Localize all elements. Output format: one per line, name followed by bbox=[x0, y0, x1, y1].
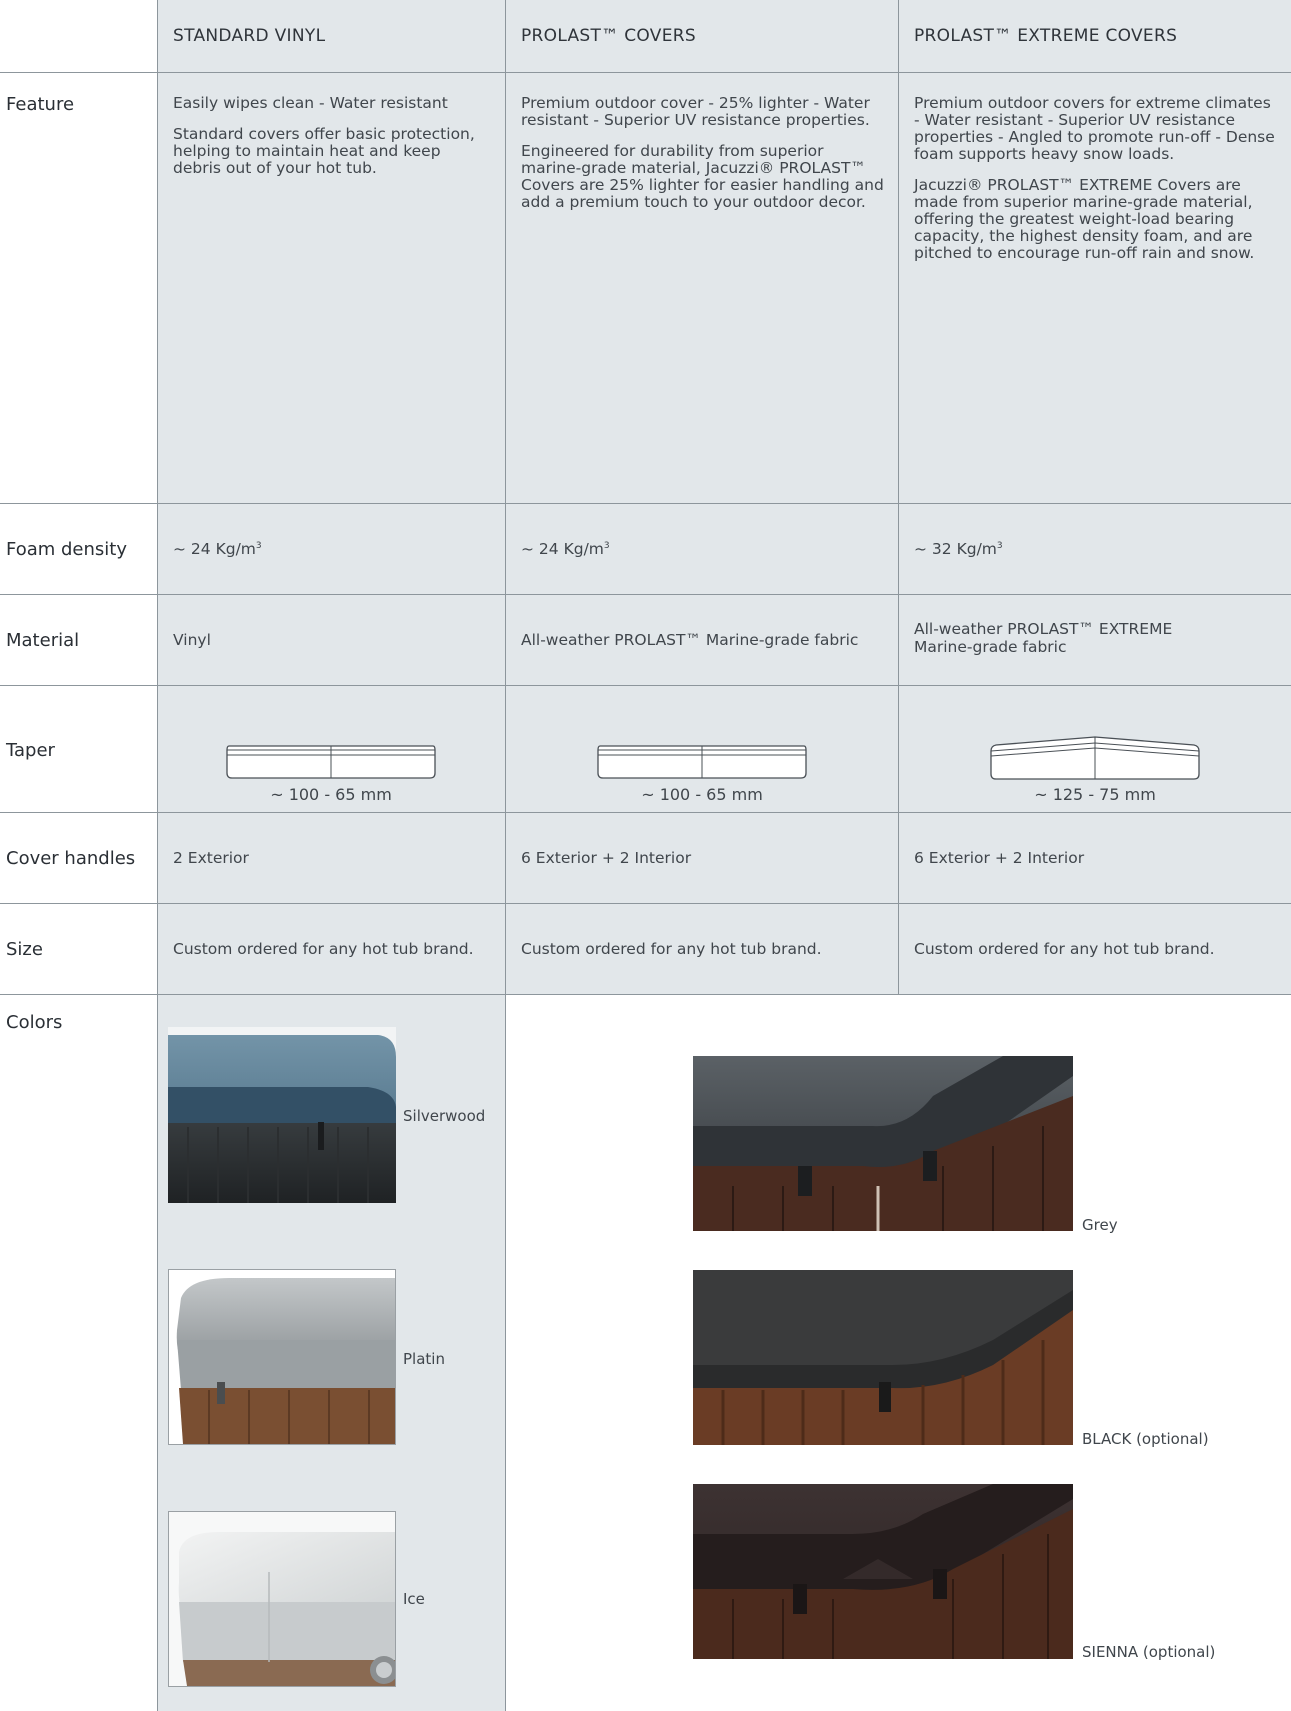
swatch-label-sienna: SIENNA (optional) bbox=[1082, 1643, 1216, 1661]
row-divider-taper bbox=[0, 812, 1291, 813]
unit-superscript: 3 bbox=[255, 540, 262, 551]
swatch-label-grey: Grey bbox=[1082, 1216, 1118, 1234]
row-label-colors: Colors bbox=[6, 1012, 63, 1033]
row-label-material: Material bbox=[6, 630, 80, 651]
feature-prolast-summary: Premium outdoor cover - 25% lighter - Wa… bbox=[521, 94, 870, 129]
foam-prolast-extreme: ~ 32 Kg/m3 bbox=[914, 540, 1003, 558]
row-divider-material bbox=[0, 685, 1291, 686]
handles-prolast: 6 Exterior + 2 Interior bbox=[521, 849, 692, 867]
row-divider-feature bbox=[0, 503, 1291, 504]
taper-prolast: ~ 100 - 65 mm bbox=[641, 785, 763, 804]
foam-prolast-extreme-value: ~ 32 Kg/m bbox=[914, 540, 997, 558]
swatch-black-image bbox=[693, 1270, 1073, 1445]
foam-prolast-value: ~ 24 Kg/m bbox=[521, 540, 604, 558]
feature-prolast-extreme-summary: Premium outdoor covers for extreme clima… bbox=[914, 94, 1275, 163]
column-divider-1 bbox=[157, 0, 158, 1711]
taper-prolast-extreme: ~ 125 - 75 mm bbox=[1034, 785, 1156, 804]
column-divider-3 bbox=[898, 0, 899, 995]
feature-standard-vinyl-summary: Easily wipes clean - Water resistant bbox=[173, 94, 448, 112]
swatch-grey-image bbox=[693, 1056, 1073, 1231]
size-prolast: Custom ordered for any hot tub brand. bbox=[521, 940, 822, 958]
swatch-platin-image bbox=[168, 1269, 396, 1445]
taper-diagram-flat-2 bbox=[597, 745, 807, 779]
handles-standard-vinyl: 2 Exterior bbox=[173, 849, 249, 867]
feature-prolast-extreme: Premium outdoor covers for extreme clima… bbox=[914, 95, 1279, 276]
taper-standard-vinyl: ~ 100 - 65 mm bbox=[270, 785, 392, 804]
feature-standard-vinyl: Easily wipes clean - Water resistant Sta… bbox=[173, 95, 493, 191]
row-divider-foam bbox=[0, 594, 1291, 595]
header-standard-vinyl: STANDARD VINYL bbox=[173, 26, 326, 46]
feature-standard-vinyl-detail: Standard covers offer basic protection, … bbox=[173, 125, 475, 177]
feature-prolast-extreme-detail: Jacuzzi® PROLAST™ EXTREME Covers are mad… bbox=[914, 176, 1255, 262]
row-label-size: Size bbox=[6, 939, 43, 960]
row-divider-header bbox=[0, 72, 1291, 73]
size-standard-vinyl: Custom ordered for any hot tub brand. bbox=[173, 940, 474, 958]
row-label-cover-handles: Cover handles bbox=[6, 848, 136, 869]
foam-standard-vinyl: ~ 24 Kg/m3 bbox=[173, 540, 262, 558]
swatch-silverwood-image bbox=[168, 1027, 396, 1203]
header-prolast: PROLAST™ COVERS bbox=[521, 26, 696, 46]
feature-prolast: Premium outdoor cover - 25% lighter - Wa… bbox=[521, 95, 887, 225]
swatch-ice-image bbox=[168, 1511, 396, 1687]
row-divider-handles bbox=[0, 903, 1291, 904]
swatch-label-ice: Ice bbox=[403, 1590, 425, 1608]
row-label-taper: Taper bbox=[6, 740, 55, 761]
row-divider-size bbox=[0, 994, 1291, 995]
swatch-sienna-image bbox=[693, 1484, 1073, 1659]
handles-prolast-extreme: 6 Exterior + 2 Interior bbox=[914, 849, 1085, 867]
header-prolast-extreme: PROLAST™ EXTREME COVERS bbox=[914, 26, 1178, 46]
size-prolast-extreme: Custom ordered for any hot tub brand. bbox=[914, 940, 1215, 958]
unit-superscript: 3 bbox=[603, 540, 610, 551]
foam-prolast: ~ 24 Kg/m3 bbox=[521, 540, 610, 558]
unit-superscript: 3 bbox=[996, 540, 1003, 551]
taper-diagram-pitched bbox=[990, 736, 1200, 780]
material-standard-vinyl: Vinyl bbox=[173, 631, 211, 649]
cover-comparison-table: STANDARD VINYL PROLAST™ COVERS PROLAST™ … bbox=[0, 0, 1291, 1711]
swatch-label-black: BLACK (optional) bbox=[1082, 1430, 1209, 1448]
row-label-foam-density: Foam density bbox=[6, 539, 128, 560]
feature-prolast-detail: Engineered for durability from superior … bbox=[521, 142, 884, 211]
material-prolast: All-weather PROLAST™ Marine-grade fabric bbox=[521, 631, 859, 649]
swatch-label-silverwood: Silverwood bbox=[403, 1107, 486, 1125]
column-divider-2 bbox=[505, 0, 506, 1711]
material-prolast-extreme: All-weather PROLAST™ EXTREME Marine-grad… bbox=[914, 620, 1173, 656]
swatch-label-platin: Platin bbox=[403, 1350, 445, 1368]
foam-standard-vinyl-value: ~ 24 Kg/m bbox=[173, 540, 256, 558]
row-label-feature: Feature bbox=[6, 94, 75, 115]
taper-diagram-flat-1 bbox=[226, 745, 436, 779]
